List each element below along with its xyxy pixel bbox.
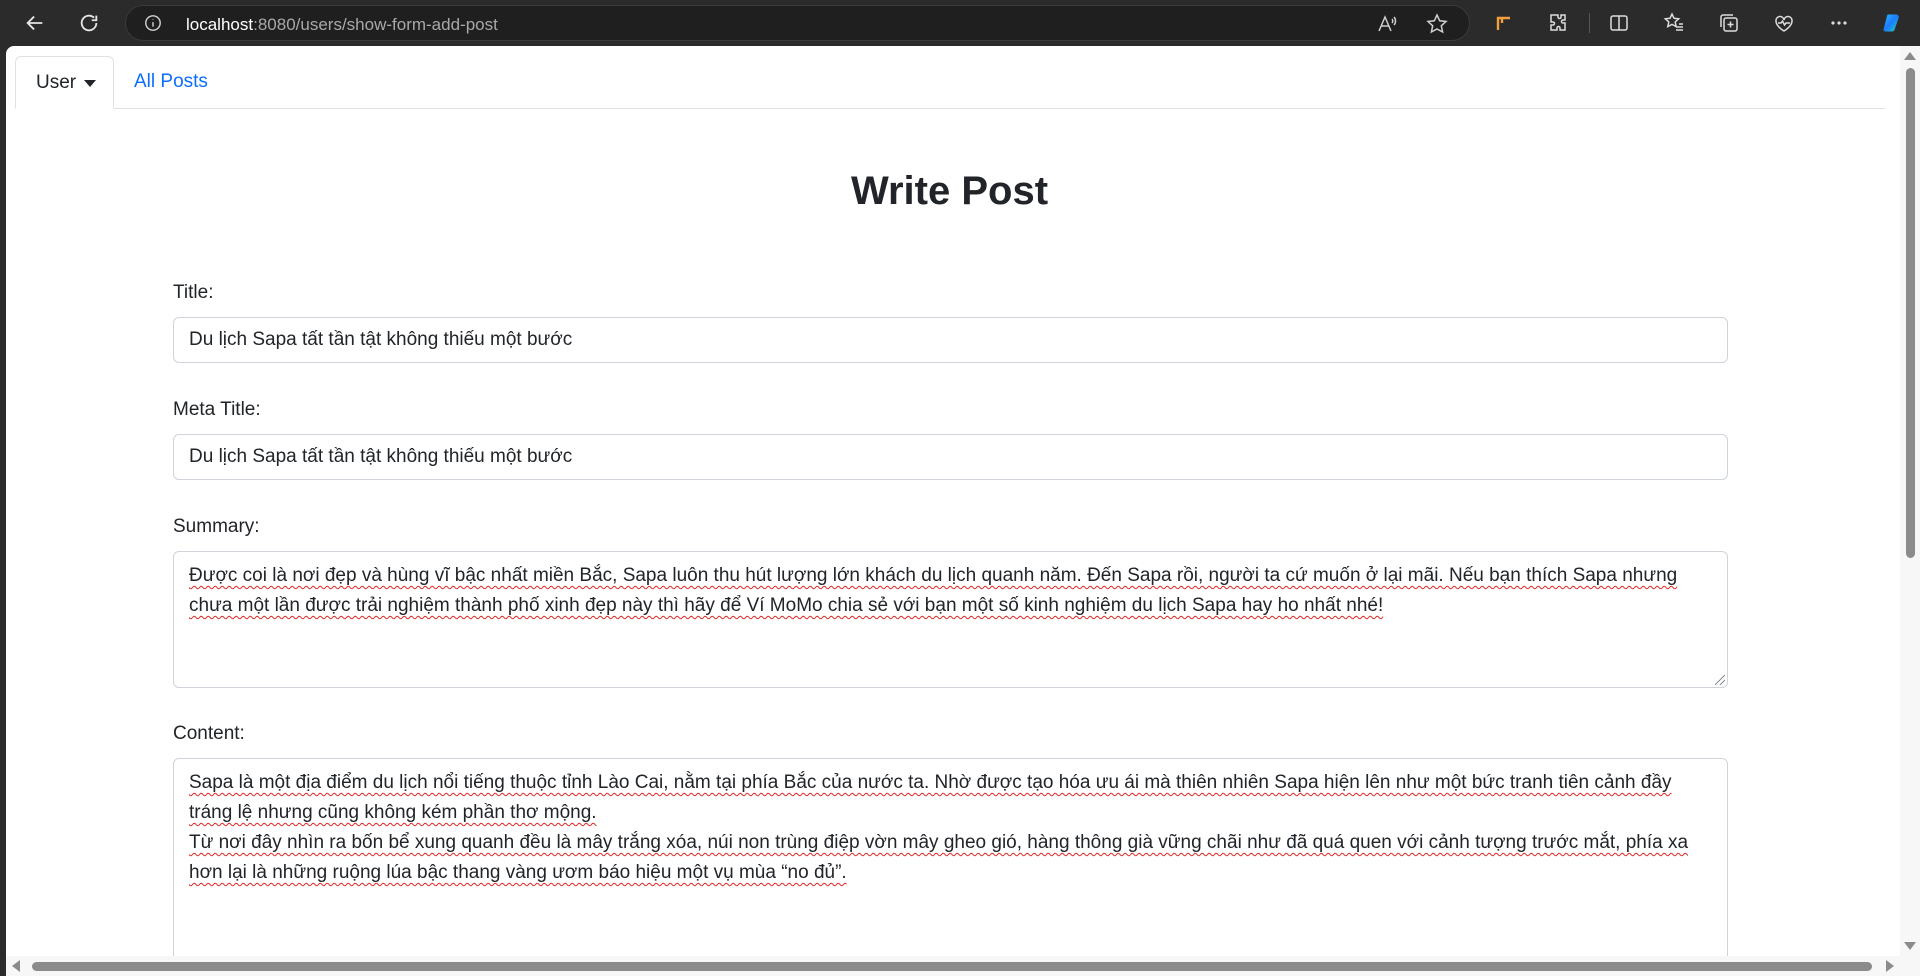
page-title: Write Post	[850, 169, 1049, 213]
meta-title-input[interactable]	[173, 434, 1728, 480]
tab-all-posts-label: All Posts	[134, 71, 208, 92]
copilot-icon[interactable]	[1880, 11, 1904, 35]
title-label: Title:	[173, 282, 214, 303]
extensions-puzzle-icon[interactable]	[1546, 11, 1570, 35]
split-screen-icon[interactable]	[1607, 11, 1631, 35]
vertical-scrollbar[interactable]	[1900, 46, 1920, 976]
favorite-star-icon[interactable]	[1426, 13, 1448, 35]
url-path: :8080/users/show-form-add-post	[253, 15, 498, 34]
content-paragraph: Sapa là một địa điểm du lịch nổi tiếng t…	[189, 772, 1672, 823]
content-label: Content:	[173, 723, 245, 744]
address-bar[interactable]: localhost:8080/users/show-form-add-post	[125, 5, 1470, 41]
nav-tabs: User All Posts	[15, 56, 1885, 109]
browser-essentials-heart-icon[interactable]	[1772, 11, 1796, 35]
summary-label: Summary:	[173, 516, 260, 537]
browser-toolbar: localhost:8080/users/show-form-add-post	[0, 0, 1920, 46]
content-paragraph: Từ nơi đây nhìn ra bốn bể xung quanh đều…	[189, 832, 1689, 883]
content-textarea[interactable]: Sapa là một địa điểm du lịch nổi tiếng t…	[173, 758, 1728, 976]
summary-text: Được coi là nơi đẹp và hùng vĩ bậc nhất …	[189, 565, 1678, 616]
favorites-list-icon[interactable]	[1662, 11, 1686, 35]
collections-icon[interactable]	[1717, 11, 1741, 35]
tab-all-posts[interactable]: All Posts	[114, 56, 228, 108]
vertical-scroll-thumb[interactable]	[1906, 68, 1915, 558]
reload-button[interactable]	[73, 7, 105, 39]
caret-down-icon	[84, 80, 97, 87]
scroll-right-arrow-icon[interactable]	[1886, 960, 1894, 972]
meta-title-label: Meta Title:	[173, 399, 261, 420]
url-text[interactable]: localhost:8080/users/show-form-add-post	[186, 15, 498, 35]
scroll-up-arrow-icon[interactable]	[1904, 52, 1916, 60]
summary-textarea[interactable]: Được coi là nơi đẹp và hùng vĩ bậc nhất …	[173, 551, 1728, 688]
title-input[interactable]	[173, 317, 1728, 363]
url-host: localhost	[186, 15, 254, 34]
read-aloud-icon[interactable]	[1376, 13, 1398, 35]
back-arrow-icon	[26, 15, 43, 31]
horizontal-scrollbar[interactable]	[6, 956, 1900, 976]
scroll-left-arrow-icon[interactable]	[12, 960, 20, 972]
back-button[interactable]	[19, 7, 51, 39]
scroll-down-arrow-icon[interactable]	[1904, 942, 1916, 950]
more-menu-icon[interactable]	[1827, 11, 1851, 35]
tab-user-label: User	[36, 71, 77, 93]
resize-grip-icon[interactable]	[1715, 675, 1725, 685]
horizontal-scroll-thumb[interactable]	[32, 962, 1872, 971]
site-info-icon[interactable]	[144, 14, 162, 32]
extension-orange-icon[interactable]	[1492, 11, 1516, 35]
page-viewport: User All Posts Write Post Title: Meta Ti…	[6, 46, 1920, 976]
tab-user-dropdown[interactable]: User	[15, 56, 114, 109]
toolbar-divider	[1589, 13, 1590, 33]
reload-icon	[80, 14, 98, 32]
